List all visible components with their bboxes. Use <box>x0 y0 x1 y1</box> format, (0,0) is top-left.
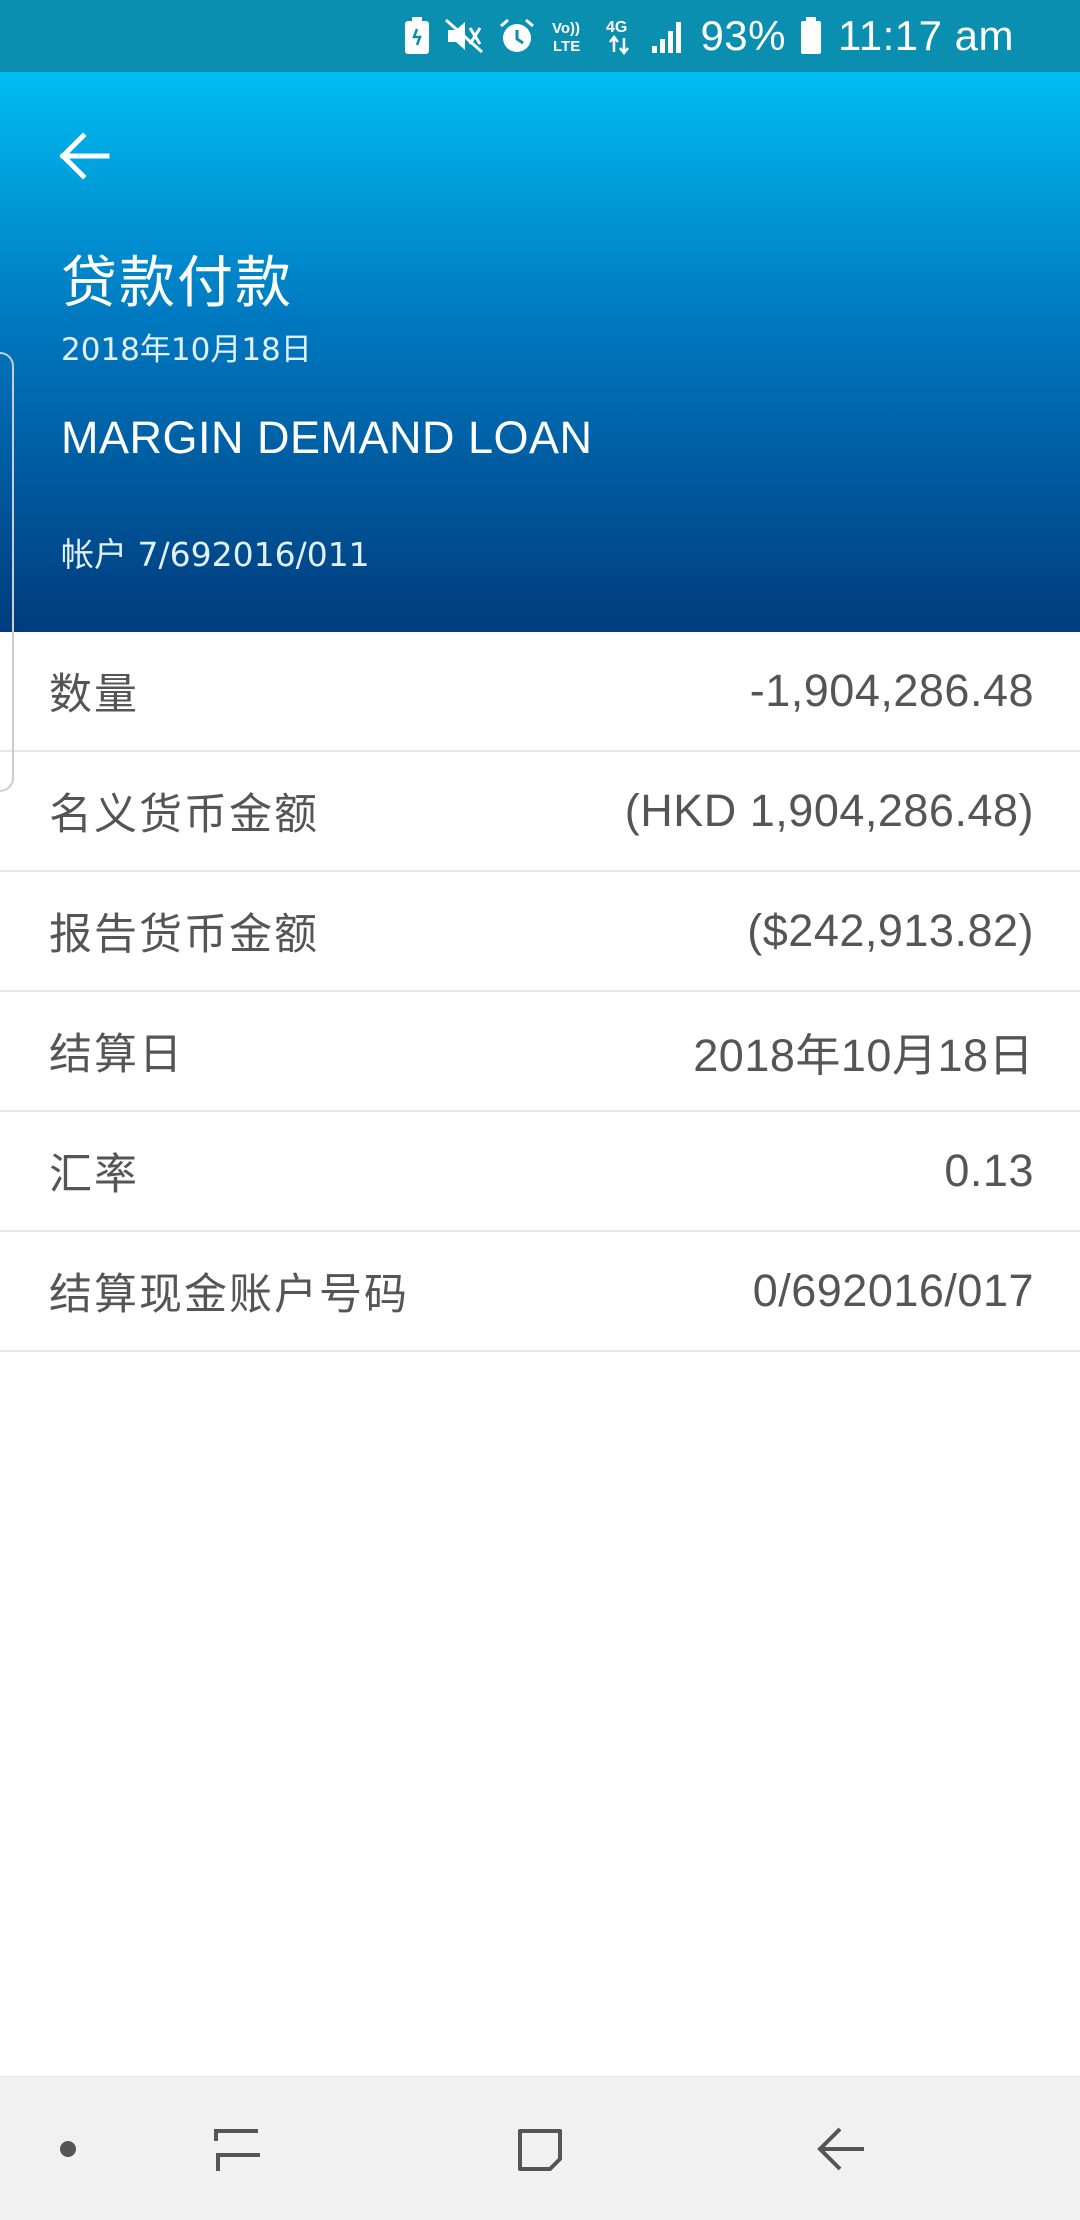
transaction-header: 贷款付款 2018年10月18日 MARGIN DEMAND LOAN 帐户 7… <box>0 72 1080 632</box>
detail-row-reporting-amount: 报告货币金额 ($242,913.82) <box>0 872 1080 992</box>
detail-row-settlement-account: 结算现金账户号码 0/692016/017 <box>0 1232 1080 1352</box>
nav-dot-button[interactable] <box>40 2077 96 2220</box>
detail-label: 结算现金账户号码 <box>49 1270 409 1320</box>
detail-label: 汇率 <box>49 1150 139 1200</box>
detail-row-settlement-date: 结算日 2018年10月18日 <box>0 992 1080 1112</box>
vibrate-mute-icon <box>444 18 484 54</box>
detail-value: -1,904,286.48 <box>749 665 1034 716</box>
transaction-description: MARGIN DEMAND LOAN <box>61 412 593 463</box>
detail-row-quantity: 数量 -1,904,286.48 <box>0 632 1080 752</box>
detail-label: 结算日 <box>49 1030 184 1080</box>
back-icon <box>817 2127 864 2171</box>
battery-icon <box>800 17 822 55</box>
status-icons: Vo)) LTE 4G 93% 11:17 am <box>390 12 1014 60</box>
battery-saver-icon <box>404 17 430 55</box>
battery-percent: 93% <box>700 12 786 59</box>
svg-text:4G: 4G <box>606 19 627 36</box>
detail-label: 名义货币金额 <box>49 790 319 840</box>
back-button[interactable] <box>52 124 116 188</box>
detail-row-exchange-rate: 汇率 0.13 <box>0 1112 1080 1232</box>
nav-back-button[interactable] <box>790 2077 890 2220</box>
volte-icon: Vo)) LTE <box>550 16 590 56</box>
4g-data-icon: 4G <box>604 16 636 56</box>
alarm-icon <box>498 17 536 55</box>
page-title: 贷款付款 <box>61 251 293 316</box>
transaction-date: 2018年10月18日 <box>61 332 312 368</box>
detail-value: (HKD 1,904,286.48) <box>624 785 1034 836</box>
svg-text:Vo)): Vo)) <box>552 20 580 37</box>
svg-text:LTE: LTE <box>553 38 580 55</box>
detail-value: ($242,913.82) <box>747 905 1034 956</box>
recent-apps-icon <box>214 2129 260 2171</box>
navigation-bar <box>0 2076 1080 2220</box>
detail-row-nominal-amount: 名义货币金额 (HKD 1,904,286.48) <box>0 752 1080 872</box>
arrow-left-icon <box>59 132 110 180</box>
edge-panel-handle[interactable] <box>0 352 14 792</box>
screen: Vo)) LTE 4G 93% 11:17 am 贷款付款 2018年10月18… <box>0 0 1080 2220</box>
detail-value: 0/692016/017 <box>752 1265 1034 1316</box>
detail-value: 0.13 <box>944 1145 1034 1196</box>
detail-label: 报告货币金额 <box>49 910 319 960</box>
status-bar: Vo)) LTE 4G 93% 11:17 am <box>0 0 1080 72</box>
detail-value: 2018年10月18日 <box>693 1029 1034 1081</box>
dot-icon <box>60 2141 76 2157</box>
signal-icon <box>650 18 686 54</box>
home-icon <box>518 2129 562 2171</box>
detail-list: 数量 -1,904,286.48 名义货币金额 (HKD 1,904,286.4… <box>0 632 1080 1352</box>
home-button[interactable] <box>490 2077 590 2220</box>
detail-label: 数量 <box>49 670 139 720</box>
recent-apps-button[interactable] <box>190 2077 286 2220</box>
account-number: 帐户 7/692016/011 <box>61 535 370 574</box>
clock: 11:17 am <box>838 12 1014 59</box>
